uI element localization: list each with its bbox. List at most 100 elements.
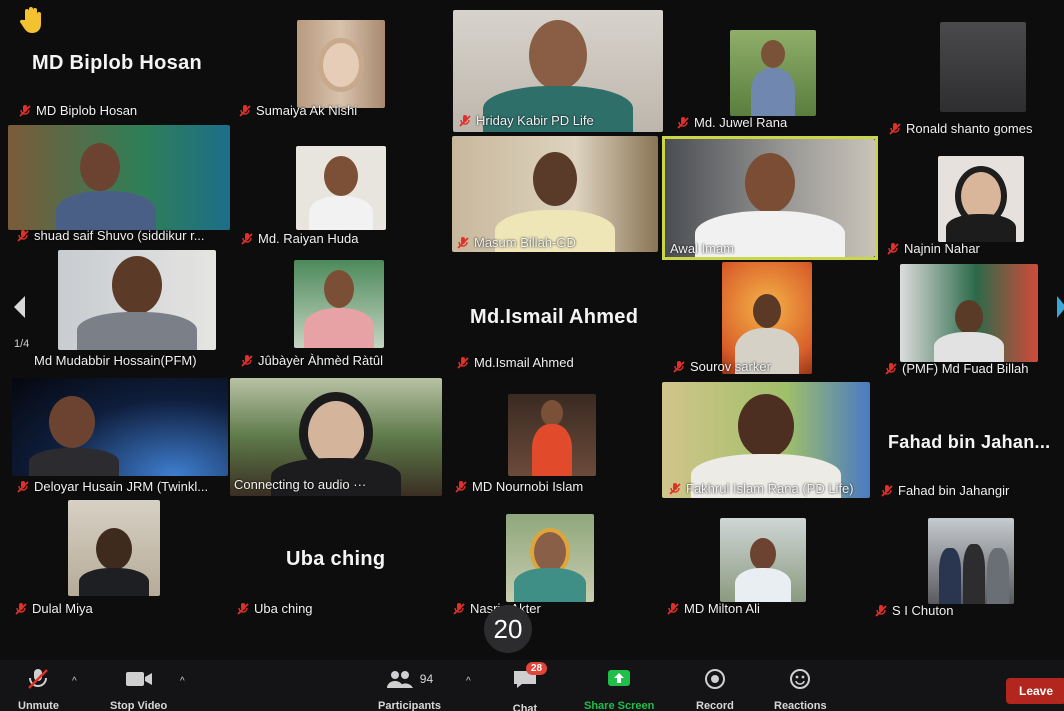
video-tile-chuton[interactable]: S I Chuton bbox=[866, 512, 1058, 622]
participant-name-display: Fahad bin Jahan... bbox=[888, 432, 1051, 452]
participant-avatar bbox=[318, 38, 364, 92]
next-page-button[interactable] bbox=[1050, 290, 1064, 324]
muted-mic-icon bbox=[241, 232, 253, 245]
muted-mic-icon bbox=[673, 360, 685, 373]
video-tile-sumaiya[interactable]: Sumaiya Ak Nishi bbox=[230, 10, 445, 122]
muted-mic-icon bbox=[885, 362, 897, 375]
participant-label: Jûbàyèr Àhmèd Ràtûl bbox=[240, 353, 383, 368]
record-button[interactable]: Record bbox=[696, 668, 734, 711]
muted-mic-icon bbox=[875, 604, 887, 617]
participant-label: Dulal Miya bbox=[14, 601, 93, 616]
video-tile-fuad[interactable]: (PMF) Md Fuad Billah bbox=[876, 262, 1056, 380]
participant-label: Deloyar Husain JRM (Twinkl... bbox=[16, 479, 208, 494]
participant-label: Najnin Nahar bbox=[886, 241, 980, 256]
chevron-right-icon bbox=[1057, 296, 1064, 318]
participant-name: Jûbàyèr Àhmèd Ràtûl bbox=[258, 353, 384, 368]
participant-label: Md Mudabbir Hossain(PFM) bbox=[34, 353, 197, 368]
participants-button[interactable]: 94 Participants bbox=[378, 668, 441, 711]
video-tile-connecting[interactable]: Connecting to audio ··· bbox=[230, 378, 444, 496]
participant-name: Md. Raiyan Huda bbox=[258, 231, 359, 246]
participant-label: Fakhrul Islam Rana (PD Life) bbox=[668, 481, 854, 496]
video-tile-shuad[interactable]: shuad saif Shuvo (siddikur r... bbox=[8, 125, 230, 247]
video-tile-fakhrul[interactable]: Fakhrul Islam Rana (PD Life) bbox=[660, 380, 872, 500]
participant-video bbox=[297, 20, 385, 108]
participant-name: Deloyar Husain JRM (Twinkl... bbox=[34, 479, 209, 494]
participant-avatar bbox=[761, 40, 785, 68]
participant-video bbox=[928, 518, 1014, 604]
muted-mic-icon bbox=[457, 236, 469, 249]
participant-label: shuad saif Shuvo (siddikur r... bbox=[16, 228, 205, 243]
audio-options-caret[interactable]: ^ bbox=[72, 676, 77, 687]
record-icon bbox=[704, 669, 725, 689]
participant-name: Md. Juwel Rana bbox=[694, 115, 788, 130]
participants-count: 94 bbox=[419, 672, 434, 686]
video-tile-jubayer[interactable]: Jûbàyèr Àhmèd Ràtûl bbox=[232, 258, 446, 372]
muted-mic-icon bbox=[19, 104, 31, 117]
muted-mic-icon bbox=[459, 114, 471, 127]
participant-label: Md.Ismail Ahmed bbox=[456, 355, 574, 370]
participant-body bbox=[532, 424, 572, 476]
participant-avatar bbox=[955, 300, 983, 334]
video-tile-nournobi[interactable]: MD Nournobi Islam bbox=[446, 388, 660, 498]
leave-button[interactable]: Leave bbox=[1006, 678, 1064, 704]
participant-body bbox=[987, 548, 1009, 604]
chevron-left-icon bbox=[14, 296, 25, 318]
muted-mic-icon bbox=[239, 104, 251, 117]
video-tile-sourov[interactable]: Sourov sarker bbox=[664, 260, 878, 378]
video-tile-nasrin[interactable]: Nasrin Akter bbox=[444, 508, 658, 620]
record-label: Record bbox=[696, 700, 734, 711]
participant-name: Md.Ismail Ahmed bbox=[474, 355, 574, 370]
participant-label: Uba ching bbox=[236, 601, 313, 616]
participant-video bbox=[900, 264, 1038, 362]
video-tile-deloyar[interactable]: Deloyar Husain JRM (Twinkl... bbox=[8, 378, 230, 498]
participant-avatar bbox=[533, 152, 577, 206]
participant-name: (PMF) Md Fuad Billah bbox=[902, 361, 1029, 376]
video-tile-mudabbir[interactable]: Md Mudabbir Hossain(PFM) bbox=[18, 250, 228, 372]
participant-video bbox=[508, 394, 596, 476]
video-tile-uba[interactable]: Uba ching Uba ching bbox=[228, 500, 442, 620]
participants-label: Participants bbox=[378, 700, 441, 711]
participant-label: Sumaiya Ak Nishi bbox=[238, 103, 357, 118]
video-options-caret[interactable]: ^ bbox=[180, 676, 185, 687]
video-tile-najnin[interactable]: Najnin Nahar bbox=[878, 150, 1064, 260]
participant-avatar bbox=[49, 396, 95, 448]
participant-label: Sourov sarker bbox=[672, 359, 771, 374]
participant-label: MD Milton Ali bbox=[666, 601, 760, 616]
participant-avatar bbox=[529, 20, 587, 90]
participant-name-display: Md.Ismail Ahmed bbox=[470, 306, 639, 328]
reactions-button[interactable]: Reactions bbox=[774, 668, 827, 711]
video-tile-masum[interactable]: Masum Billah-GD bbox=[448, 136, 660, 254]
muted-mic-icon bbox=[17, 229, 29, 242]
video-tile-ronald[interactable]: Ronald shanto gomes bbox=[880, 18, 1064, 140]
unmute-button[interactable]: Unmute bbox=[18, 668, 59, 711]
participant-video bbox=[940, 22, 1026, 112]
participant-body bbox=[77, 312, 197, 350]
participant-label: Fahad bin Jahangir bbox=[880, 483, 1009, 498]
share-screen-button[interactable]: Share Screen bbox=[584, 668, 654, 711]
video-tile-awal[interactable]: Awal Imam bbox=[662, 136, 878, 260]
participant-name: Dulal Miya bbox=[32, 601, 93, 616]
video-tile-juwel[interactable]: Md. Juwel Rana bbox=[668, 18, 876, 134]
video-tile-raiyan[interactable]: Md. Raiyan Huda bbox=[232, 140, 446, 250]
participants-options-caret[interactable]: ^ bbox=[466, 676, 471, 687]
participant-label: MD Nournobi Islam bbox=[454, 479, 583, 494]
participant-body bbox=[304, 308, 374, 348]
video-tile-ismail[interactable]: Md.Ismail Ahmed Md.Ismail Ahmed bbox=[448, 260, 660, 374]
participant-name: Najnin Nahar bbox=[904, 241, 980, 256]
video-tile-dulal[interactable]: Dulal Miya bbox=[6, 498, 228, 620]
participant-video bbox=[506, 514, 594, 602]
participant-body bbox=[934, 332, 1004, 362]
participant-name: Fakhrul Islam Rana (PD Life) bbox=[686, 481, 854, 496]
video-tile-fahad[interactable]: Fahad bin Jahan... Fahad bin Jahangir bbox=[872, 386, 1064, 502]
video-tile-milton[interactable]: MD Milton Ali bbox=[658, 508, 870, 620]
participant-label: Md. Raiyan Huda bbox=[240, 231, 358, 246]
muted-mic-icon bbox=[667, 602, 679, 615]
video-tile-biplob[interactable]: MD Biplob Hosan MD Biplob Hosan bbox=[10, 10, 225, 122]
participant-video bbox=[68, 500, 160, 596]
chat-button[interactable]: 28 Chat bbox=[512, 662, 548, 711]
reactions-label: Reactions bbox=[774, 700, 827, 711]
video-tile-hriday[interactable]: Hriday Kabir PD Life bbox=[450, 10, 665, 132]
stop-video-button[interactable]: Stop Video bbox=[110, 668, 167, 711]
participant-body bbox=[29, 448, 119, 476]
previous-page-button[interactable] bbox=[8, 290, 30, 324]
